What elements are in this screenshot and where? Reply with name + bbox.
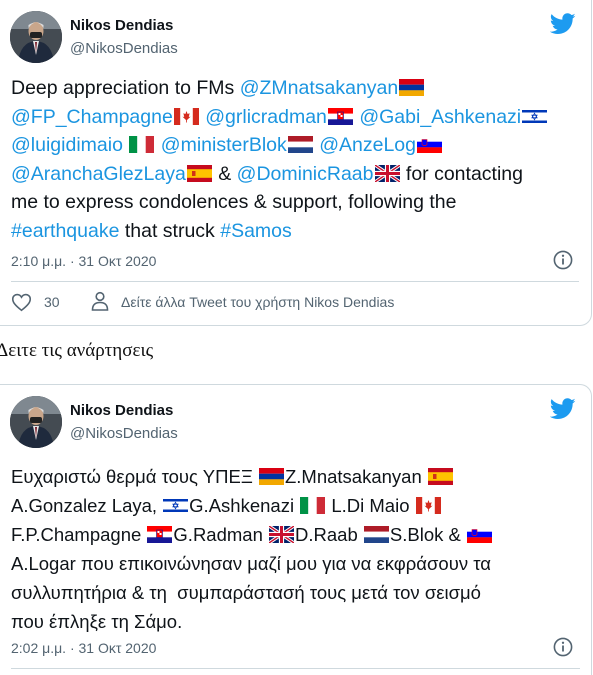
author-handle[interactable]: @NikosDendias [70, 40, 178, 57]
italy-flag-icon [129, 136, 154, 153]
tweet-card[interactable]: Nikos Dendias @NikosDendias Deep appreci… [0, 0, 592, 326]
netherlands-flag-icon [364, 526, 389, 543]
text-segment: Z.Mnatsakanyan [284, 466, 427, 487]
tweet-text: Ευχαριστώ θερμά τους ΥΠΕΞ Z.Mnatsakanyan… [11, 462, 589, 636]
mention-link[interactable]: @AnzeLog [319, 134, 416, 156]
hashtag-link[interactable]: #earthquake [11, 220, 119, 242]
israel-flag-icon [163, 497, 188, 514]
tweet-timestamp[interactable]: 2:02 μ.μ. · 31 Οκτ 2020 [11, 640, 156, 656]
heart-icon[interactable] [11, 292, 32, 312]
text-segment: Deep appreciation to FMs [11, 77, 240, 99]
text-segment: F.P.Champagne [11, 524, 147, 545]
slovenia-flag-icon [417, 136, 442, 153]
author-name[interactable]: Nikos Dendias [70, 17, 173, 34]
canada-flag-icon [174, 108, 199, 125]
spain-flag-icon [428, 468, 453, 485]
italy-flag-icon [300, 497, 325, 514]
text-segment: me to express condolences & support, fol… [11, 191, 457, 213]
spain-flag-icon [187, 165, 212, 182]
twitter-bird-icon[interactable] [550, 398, 576, 420]
mention-link[interactable]: @Gabi_Ashkenazi [359, 106, 521, 128]
author-name[interactable]: Nikos Dendias [70, 402, 173, 419]
uk-flag-icon [269, 526, 294, 543]
avatar[interactable] [10, 396, 62, 448]
text-segment: G.Radman [173, 524, 269, 545]
mention-link[interactable]: @AranchaGlezLaya [11, 163, 186, 185]
tweet-text: Deep appreciation to FMs @ZMnatsakanyan … [11, 74, 589, 245]
text-segment: D.Raab [295, 524, 363, 545]
see-more-tweets-link[interactable]: Δείτε άλλα Tweet του χρήστη Nikos Dendia… [121, 294, 394, 310]
mention-link[interactable]: @DominicRaab [237, 163, 374, 185]
text-segment: Ευχαριστώ θερμά τους ΥΠΕΞ [11, 466, 258, 487]
divider [11, 668, 580, 669]
avatar[interactable] [10, 11, 62, 63]
mention-link[interactable]: @FP_Champagne [11, 106, 173, 128]
tweet-timestamp[interactable]: 2:10 μ.μ. · 31 Οκτ 2020 [11, 253, 156, 269]
text-segment: L.Di Maio [331, 495, 415, 516]
info-icon[interactable] [553, 637, 573, 657]
mention-link[interactable]: @grlicradman [205, 106, 327, 128]
section-caption: Δειτε τις ανάρτησεις [0, 340, 154, 361]
text-segment: συλλυπητήρια & τη συμπαράστασή τους μετά… [11, 582, 481, 603]
slovenia-flag-icon [467, 526, 492, 543]
mention-link[interactable]: @ministerBlok [161, 134, 287, 156]
text-segment: & [212, 162, 237, 185]
armenia-flag-icon [259, 468, 284, 485]
text-segment: A.Gonzalez Laya, [11, 495, 163, 516]
uk-flag-icon [375, 165, 400, 182]
netherlands-flag-icon [288, 136, 313, 153]
author-handle[interactable]: @NikosDendias [70, 425, 178, 442]
croatia-flag-icon [328, 108, 353, 125]
divider [11, 281, 579, 282]
croatia-flag-icon [147, 526, 172, 543]
info-icon[interactable] [553, 250, 573, 270]
text-segment: που έπληξε τη Σάμο. [11, 611, 183, 632]
text-segment: A.Logar που επικοινώνησαν μαζί μου για ν… [11, 553, 491, 574]
israel-flag-icon [522, 108, 547, 125]
twitter-bird-icon[interactable] [550, 13, 576, 35]
canada-flag-icon [416, 497, 441, 514]
tweet-actions: 30 Δείτε άλλα Tweet του χρήστη Nikos Den… [11, 291, 571, 316]
mention-link[interactable]: @ZMnatsakanyan [240, 77, 399, 99]
mention-link[interactable]: @luigidimaio [11, 134, 123, 156]
like-count[interactable]: 30 [44, 294, 60, 310]
tweet-header: Nikos Dendias @NikosDendias [10, 396, 580, 452]
armenia-flag-icon [399, 79, 424, 96]
tweet-header: Nikos Dendias @NikosDendias [10, 11, 580, 67]
hashtag-link[interactable]: #Samos [220, 220, 292, 242]
text-segment: for contacting [400, 162, 523, 185]
person-icon [91, 291, 109, 311]
text-segment: that struck [119, 219, 221, 242]
text-segment: S.Blok & [389, 524, 466, 545]
text-segment: G.Ashkenazi [189, 495, 300, 516]
